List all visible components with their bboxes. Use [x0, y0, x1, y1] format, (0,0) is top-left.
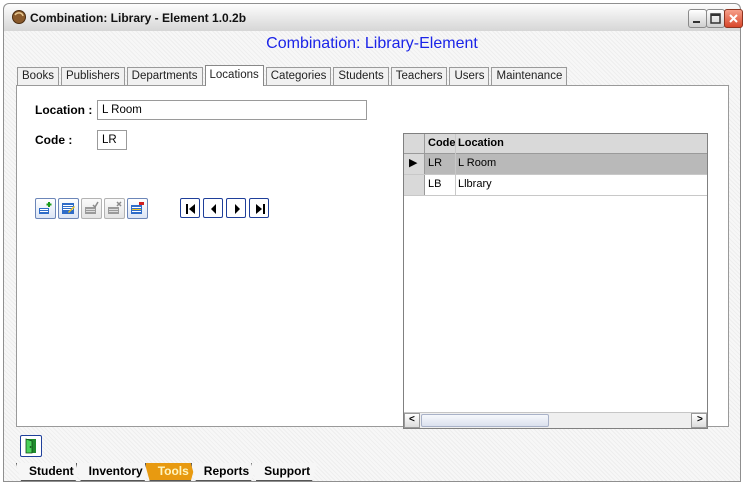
- tab-teachers[interactable]: Teachers: [390, 67, 448, 87]
- maximize-button[interactable]: [706, 9, 725, 28]
- close-icon: [729, 14, 738, 23]
- next-record-button[interactable]: [226, 198, 246, 218]
- table-row[interactable]: ▶ LR L Room: [404, 154, 707, 175]
- scroll-thumb[interactable]: [421, 414, 549, 427]
- scroll-left-icon: <: [409, 414, 415, 425]
- page-title: Combination: Library-Element: [266, 35, 478, 52]
- last-record-icon: [256, 204, 265, 214]
- tab-departments[interactable]: Departments: [126, 67, 203, 87]
- module-tab-inventory[interactable]: Inventory: [76, 463, 150, 481]
- tab-categories[interactable]: Categories: [265, 67, 332, 87]
- module-tab-strip: Student Inventory Tools Reports Support: [16, 463, 312, 482]
- location-input[interactable]: [97, 100, 367, 120]
- delete-record-icon: [131, 202, 144, 214]
- table-row[interactable]: LB Llbrary: [404, 175, 707, 196]
- scroll-right-icon: >: [697, 414, 703, 425]
- save-record-button[interactable]: [81, 198, 102, 219]
- cancel-edit-button[interactable]: [104, 198, 125, 219]
- row-pointer-icon: ▶: [409, 157, 418, 169]
- locations-panel: Location : Code :: [16, 85, 729, 429]
- location-label: Location :: [35, 103, 93, 117]
- exit-button[interactable]: [20, 435, 42, 457]
- maximize-icon: [710, 13, 721, 24]
- previous-record-icon: [211, 204, 216, 214]
- edit-record-button[interactable]: [58, 198, 79, 219]
- delete-record-button[interactable]: [127, 198, 148, 219]
- code-input[interactable]: [97, 130, 127, 150]
- last-record-button[interactable]: [249, 198, 269, 218]
- scroll-left-button[interactable]: <: [404, 413, 420, 428]
- cancel-edit-icon: [108, 201, 122, 214]
- module-tab-tools[interactable]: Tools: [145, 463, 196, 481]
- row-indicator: [404, 175, 425, 195]
- app-icon: [11, 9, 27, 25]
- code-label: Code :: [35, 133, 73, 147]
- window-title: Combination: Library - Element 1.0.2b: [30, 11, 247, 25]
- window-body: Combination: Library-Element Books Publi…: [3, 31, 741, 482]
- minimize-icon: [693, 21, 700, 23]
- add-record-icon: [39, 202, 52, 214]
- tab-books[interactable]: Books: [17, 67, 59, 87]
- exit-door-icon: [25, 438, 36, 454]
- close-button[interactable]: [724, 9, 743, 28]
- column-divider: [455, 134, 456, 196]
- tab-locations[interactable]: Locations: [204, 65, 264, 86]
- module-tab-reports[interactable]: Reports: [191, 463, 256, 481]
- first-record-icon: [186, 204, 195, 214]
- tab-users[interactable]: Users: [449, 67, 490, 87]
- tab-students[interactable]: Students: [333, 67, 389, 87]
- tab-publishers[interactable]: Publishers: [60, 67, 125, 87]
- first-record-button[interactable]: [180, 198, 200, 218]
- cell-code[interactable]: LR: [426, 154, 454, 174]
- column-header-code[interactable]: Code: [426, 134, 456, 154]
- add-record-button[interactable]: [35, 198, 56, 219]
- horizontal-scrollbar[interactable]: < >: [404, 412, 707, 428]
- title-bar: Combination: Library - Element 1.0.2b: [3, 3, 743, 31]
- tab-strip: Books Publishers Departments Locations C…: [17, 65, 569, 87]
- minimize-button[interactable]: [688, 9, 707, 28]
- tab-maintenance[interactable]: Maintenance: [491, 67, 568, 87]
- column-header-location[interactable]: Location: [456, 134, 696, 154]
- locations-grid[interactable]: Code Location ▶ LR L Room LB Llbrary < >: [403, 133, 708, 429]
- module-tab-student[interactable]: Student: [16, 463, 81, 481]
- current-row-indicator: ▶: [404, 154, 425, 174]
- cell-location[interactable]: Llbrary: [456, 175, 696, 195]
- save-record-icon: [85, 201, 99, 214]
- cell-code[interactable]: LB: [426, 175, 454, 195]
- grid-header: Code Location: [404, 134, 707, 154]
- row-indicator-header: [404, 134, 425, 153]
- module-tab-support[interactable]: Support: [251, 463, 317, 481]
- scroll-right-button[interactable]: >: [691, 413, 707, 428]
- edit-record-icon: [62, 203, 75, 214]
- next-record-icon: [235, 204, 240, 214]
- previous-record-button[interactable]: [203, 198, 223, 218]
- cell-location[interactable]: L Room: [456, 154, 696, 174]
